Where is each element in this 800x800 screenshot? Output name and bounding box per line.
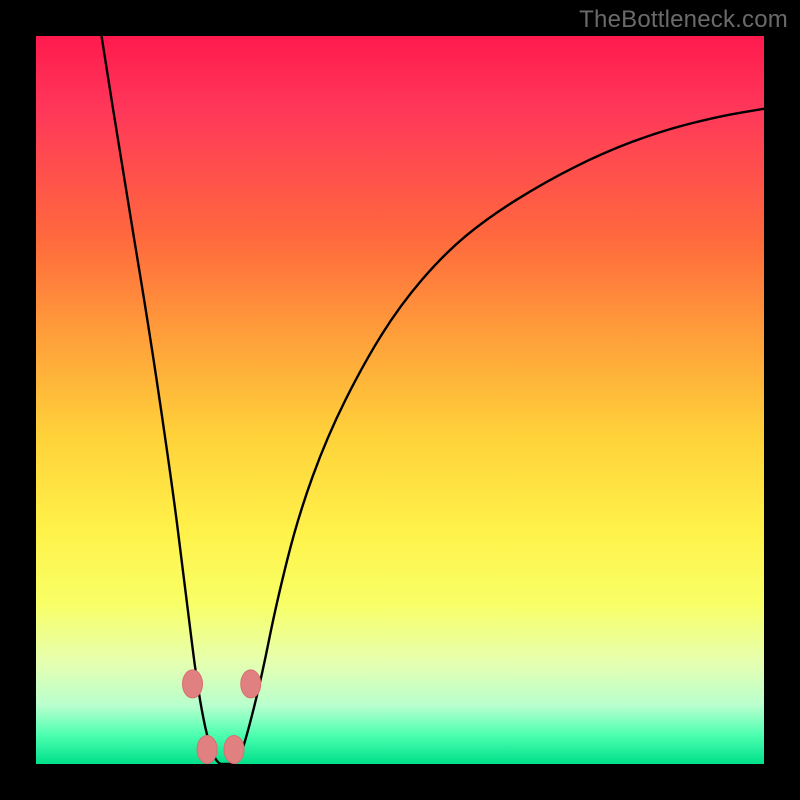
curve-marker (197, 735, 217, 763)
curve-marker (183, 670, 203, 698)
curve-marker (241, 670, 261, 698)
bottleneck-curve (102, 36, 764, 764)
watermark-text: TheBottleneck.com (579, 6, 788, 34)
curve-marker (224, 735, 244, 763)
curve-markers (183, 670, 261, 764)
chart-stage: TheBottleneck.com (0, 0, 800, 800)
plot-area (36, 36, 764, 764)
bottleneck-plot (36, 36, 764, 764)
